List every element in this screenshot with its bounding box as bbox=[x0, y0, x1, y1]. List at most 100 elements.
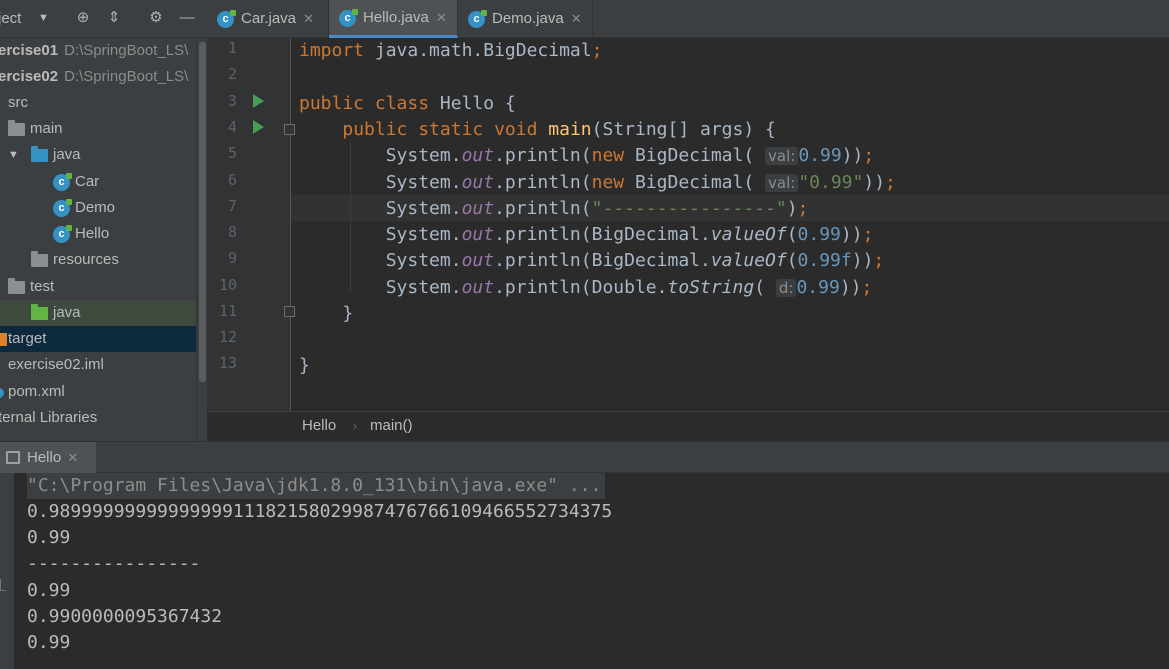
console-line: ---------------- bbox=[27, 553, 201, 574]
tree-item-car[interactable]: c Car bbox=[0, 169, 196, 195]
close-icon[interactable]: ✕ bbox=[67, 450, 78, 465]
line-number: 9 bbox=[227, 249, 237, 267]
hide-icon[interactable]: — bbox=[177, 8, 197, 28]
console-line: 0.9900000095367432 bbox=[27, 606, 223, 627]
project-panel: ject ▼ ⊕ ⇕ ⚙ — ercise01 D:\SpringBoot_LS\… bbox=[0, 0, 207, 441]
line-number: 7 bbox=[227, 197, 237, 215]
line-number: 6 bbox=[227, 171, 237, 189]
code-line-8: System.out.println(BigDecimal.valueOf(0.… bbox=[385, 224, 874, 245]
code-line-10: System.out.println(Double.toString( d: 0.… bbox=[385, 277, 873, 298]
close-icon[interactable]: ✕ bbox=[303, 11, 314, 26]
tab-label: Demo.java bbox=[492, 10, 564, 27]
code-line-1: import java.math.BigDecimal; bbox=[299, 40, 603, 61]
console-line: "C:\Program Files\Java\jdk1.8.0_131\bin\… bbox=[27, 473, 606, 499]
line-number: 13 bbox=[218, 354, 237, 372]
console-icon bbox=[6, 451, 20, 464]
run-class-icon[interactable] bbox=[253, 94, 264, 108]
tree-item-test[interactable]: test bbox=[0, 274, 196, 300]
editor-tabs: c Car.java ✕ c Hello.java ✕ c Demo.java ✕ bbox=[207, 0, 1169, 38]
tree-item-hello[interactable]: c Hello bbox=[0, 221, 196, 247]
editor-gutter: 1 2 3 4 5 6 7 8 9 10 11 12 13 bbox=[207, 38, 295, 411]
line-number: 11 bbox=[218, 302, 237, 320]
fold-marker-icon[interactable] bbox=[284, 124, 295, 135]
console-line: 0.99 bbox=[27, 527, 71, 548]
folder-icon bbox=[8, 278, 25, 294]
parameter-hint: val: bbox=[765, 147, 799, 165]
chevron-down-icon[interactable]: ▼ bbox=[8, 142, 19, 168]
maven-file-icon bbox=[0, 388, 4, 398]
tree-item-resources[interactable]: resources bbox=[0, 247, 196, 273]
console-gutter bbox=[0, 473, 14, 669]
code-line-3: public class Hello { bbox=[299, 93, 516, 114]
chevron-right-icon: › bbox=[353, 419, 357, 433]
code-editor[interactable]: 1 2 3 4 5 6 7 8 9 10 11 12 13 import jav… bbox=[207, 38, 1169, 411]
code-line-6: System.out.println(new BigDecimal( val: "… bbox=[385, 172, 896, 193]
close-icon[interactable]: ✕ bbox=[571, 11, 582, 26]
tree-item-label: Car bbox=[75, 173, 100, 190]
tree-item-label: ternal Libraries bbox=[0, 409, 98, 426]
fold-marker-icon[interactable] bbox=[284, 306, 295, 317]
tree-item-label: ercise01 bbox=[0, 42, 59, 59]
tree-item-label: Hello bbox=[75, 225, 110, 242]
tree-item-path: D:\SpringBoot_LS\ bbox=[64, 68, 189, 85]
console-line: 0.98999999999999999111821580299874767661… bbox=[27, 501, 613, 522]
scrollbar-thumb[interactable] bbox=[199, 42, 206, 382]
java-class-icon: c bbox=[53, 225, 72, 243]
console-line: 0.99 bbox=[27, 580, 71, 601]
tree-item-main[interactable]: main bbox=[0, 116, 196, 142]
tab-car-java[interactable]: c Car.java ✕ bbox=[207, 0, 329, 38]
close-icon[interactable]: ✕ bbox=[436, 10, 447, 25]
tree-item-label: pom.xml bbox=[8, 383, 65, 400]
tab-hello-java[interactable]: c Hello.java ✕ bbox=[329, 0, 458, 38]
breadcrumb-item[interactable]: main() bbox=[370, 417, 413, 434]
tree-item-label: main bbox=[30, 120, 63, 137]
tree-item-label: exercise02.iml bbox=[8, 356, 104, 373]
line-number: 2 bbox=[227, 65, 237, 83]
line-number: 4 bbox=[227, 118, 237, 136]
java-class-icon: c bbox=[339, 9, 358, 27]
line-number: 8 bbox=[227, 223, 237, 241]
run-main-icon[interactable] bbox=[253, 120, 264, 134]
collapse-all-icon[interactable]: ⇕ bbox=[104, 8, 124, 28]
tree-item-label: src bbox=[8, 94, 28, 111]
locate-icon[interactable]: ⊕ bbox=[73, 8, 93, 28]
project-scrollbar[interactable] bbox=[196, 38, 207, 441]
resources-folder-icon bbox=[31, 251, 48, 267]
tree-item-label: ercise02 bbox=[0, 68, 59, 85]
chevron-down-icon[interactable]: ▼ bbox=[38, 12, 49, 24]
gear-icon[interactable]: ⚙ bbox=[146, 8, 166, 28]
run-console[interactable]: "C:\Program Files\Java\jdk1.8.0_131\bin\… bbox=[0, 473, 1169, 669]
tree-item-exercise02[interactable]: ercise02 D:\SpringBoot_LS\ bbox=[0, 64, 196, 90]
tree-item-label: java bbox=[53, 304, 81, 321]
java-class-icon: c bbox=[53, 199, 72, 217]
line-number: 12 bbox=[218, 328, 237, 346]
tab-run-hello[interactable]: Hello ✕ bbox=[0, 442, 96, 473]
tab-label: Hello bbox=[27, 449, 62, 466]
tree-item-pom[interactable]: pom.xml bbox=[0, 379, 196, 405]
console-line: 0.99 bbox=[27, 632, 71, 653]
tree-item-target[interactable]: target bbox=[0, 326, 196, 352]
tree-item-external-libraries[interactable]: ternal Libraries bbox=[0, 405, 196, 431]
fold-marker-icon[interactable] bbox=[0, 579, 6, 591]
tree-item-demo[interactable]: c Demo bbox=[0, 195, 196, 221]
breadcrumb-item[interactable]: Hello bbox=[302, 417, 336, 434]
tree-item-exercise01[interactable]: ercise01 D:\SpringBoot_LS\ bbox=[0, 38, 196, 64]
code-line-11: } bbox=[342, 303, 354, 324]
line-number: 5 bbox=[227, 144, 237, 162]
tree-item-path: D:\SpringBoot_LS\ bbox=[64, 42, 189, 59]
tree-item-src[interactable]: src bbox=[0, 90, 196, 116]
tree-item-java-test[interactable]: java bbox=[0, 300, 196, 326]
code-line-9: System.out.println(BigDecimal.valueOf(0.… bbox=[385, 250, 885, 271]
test-folder-icon bbox=[31, 304, 48, 320]
tree-item-label: test bbox=[30, 278, 55, 295]
project-panel-title[interactable]: ject bbox=[0, 10, 21, 27]
parameter-hint: val: bbox=[765, 174, 799, 192]
tab-label: Hello.java bbox=[363, 9, 429, 26]
tree-item-java-main[interactable]: ▼ java bbox=[0, 142, 196, 168]
run-tool-window-header: Hello ✕ bbox=[0, 441, 1169, 473]
java-class-icon: c bbox=[53, 173, 72, 191]
tab-demo-java[interactable]: c Demo.java ✕ bbox=[458, 0, 593, 38]
parameter-hint: d: bbox=[775, 279, 797, 297]
code-line-5: System.out.println(new BigDecimal( val: 0… bbox=[385, 145, 875, 166]
tree-item-iml[interactable]: exercise02.iml bbox=[0, 352, 196, 378]
